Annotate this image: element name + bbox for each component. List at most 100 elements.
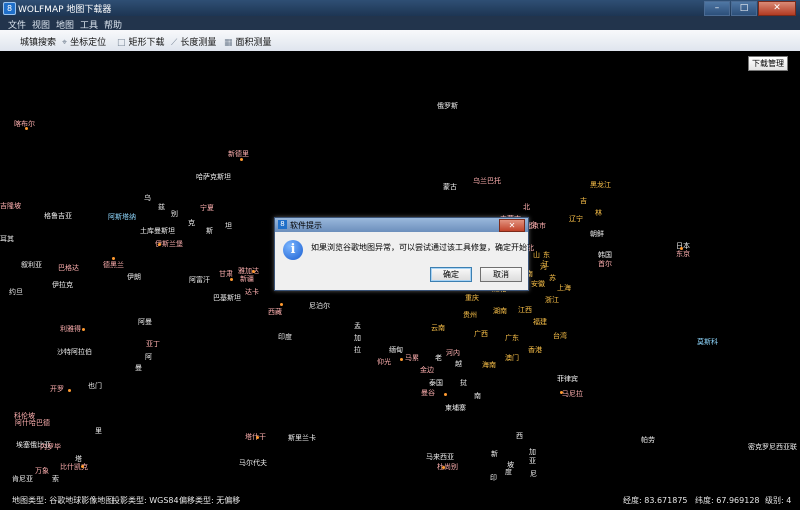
dialog-message: 如果浏览谷歌地图异常，可以尝试通过该工具修复，确定开始？ (311, 243, 535, 252)
map-label-highlight: 宁夏 (200, 204, 214, 212)
map-label: 阿曼 (138, 318, 152, 326)
map-label-highlight: 福建 (533, 318, 547, 326)
map-label: 密克罗尼西亚联 (748, 443, 797, 451)
map-label: 俄罗斯 (437, 102, 458, 110)
tool-coordinate-locate[interactable]: ⌖ 坐标定位 (62, 35, 106, 48)
city-dot (25, 127, 28, 130)
tool-city-search[interactable]: 城镇搜索 (20, 35, 56, 48)
city-dot (230, 278, 233, 281)
latitude-status: 纬度: 67.969128 (695, 496, 760, 505)
map-label-highlight: 莫斯科 (697, 338, 718, 346)
software-prompt-dialog: 8 软件提示 ✕ i 如果浏览谷歌地图异常，可以尝试通过该工具修复，确定开始？ … (274, 217, 535, 291)
map-label-highlight: 仰光 (377, 358, 391, 366)
map-label-highlight: 达卡 (245, 288, 259, 296)
map-label-highlight: 亚丁 (146, 340, 160, 348)
dialog-title-bar: 8 软件提示 ✕ (275, 218, 528, 232)
map-label-highlight: 开罗 (50, 385, 64, 393)
map-label: 新 (491, 450, 498, 458)
map-label: 朝鲜 (590, 230, 604, 238)
city-dot (252, 270, 255, 273)
offset-status: 偏移类型: 无偏移 (179, 496, 241, 505)
map-label-highlight: 马累 (405, 354, 419, 362)
map-label-highlight: 香港 (528, 346, 542, 354)
tool-length-measure[interactable]: ⟋ 长度测量 (171, 35, 216, 48)
map-label: 菲律宾 (557, 375, 578, 383)
map-label-highlight: 林 (595, 209, 602, 217)
rectangle-icon: □ (117, 38, 126, 48)
tool-area-measure[interactable]: ▦ 面积测量 (224, 35, 272, 48)
title-bar: 8 WOLFMAP 地图下载器 – □ ✕ (0, 0, 800, 16)
city-dot (280, 303, 283, 306)
map-label: 叙利亚 (21, 261, 42, 269)
map-label-highlight: 吉隆坡 (0, 202, 21, 210)
ok-button[interactable]: 确定 (430, 267, 472, 282)
map-label: 越 (455, 360, 462, 368)
map-label-highlight: 贵州 (463, 311, 477, 319)
map-label-highlight: 内罗毕 (40, 443, 61, 451)
map-label-highlight: 苏 (549, 274, 556, 282)
map-label-highlight: 黑龙江 (590, 181, 611, 189)
map-label: 孟 (354, 322, 361, 330)
city-dot (256, 436, 259, 439)
map-label-highlight: 雅加达 (238, 267, 259, 275)
city-dot (68, 389, 71, 392)
map-label-highlight: 云南 (431, 324, 445, 332)
map-label-highlight: 湖南 (493, 307, 507, 315)
map-label-highlight: 杜尚别 (437, 463, 458, 471)
map-label-highlight: 重庆 (465, 294, 479, 302)
city-dot (240, 158, 243, 161)
cancel-button[interactable]: 取消 (480, 267, 522, 282)
map-label: 哈萨克斯坦 (196, 173, 231, 181)
map-label: 马尔代夫 (239, 459, 267, 467)
info-icon: i (283, 240, 303, 260)
map-label-highlight: 广东 (505, 334, 519, 342)
map-label-highlight: 北 (523, 203, 530, 211)
city-dot (112, 257, 115, 260)
map-label: 阿 (145, 353, 152, 361)
dialog-title: 软件提示 (290, 221, 322, 230)
map-label: 兹 (158, 203, 165, 211)
city-dot (82, 328, 85, 331)
menu-bar: 文件 视图 地图 工具 帮助 (0, 16, 800, 31)
city-dot (442, 466, 445, 469)
projection-status: 投影类型: WGS84 (112, 496, 179, 505)
minimize-button[interactable]: – (704, 1, 730, 16)
map-label-highlight: 安徽 (531, 280, 545, 288)
map-label-highlight: 金边 (420, 366, 434, 374)
map-label: 尼泊尔 (309, 302, 330, 310)
map-label-highlight: 浙江 (545, 296, 559, 304)
map-type-status: 地图类型: 谷歌地球影像地图 (12, 496, 114, 505)
map-label: 曼 (135, 364, 142, 372)
map-label: 挝 (460, 379, 467, 387)
map-label-highlight: 台湾 (553, 332, 567, 340)
map-label: 老 (435, 354, 442, 362)
map-label: 也门 (88, 382, 102, 390)
pin-icon: ⌖ (62, 38, 68, 48)
map-label: 缅甸 (389, 346, 403, 354)
app-icon: 8 (3, 2, 16, 15)
map-label: 耳其 (0, 235, 14, 243)
map-label: 斯里兰卡 (288, 434, 316, 442)
map-label-highlight: 河内 (446, 349, 460, 357)
map-label: 约旦 (9, 288, 23, 296)
maximize-button[interactable]: □ (731, 1, 757, 16)
city-dot (560, 391, 563, 394)
tool-rect-download[interactable]: □ 矩形下载 (117, 35, 165, 48)
map-label: 土库曼斯坦 (140, 227, 175, 235)
map-label: 肯尼亚 (12, 475, 33, 483)
close-button[interactable]: ✕ (758, 1, 796, 16)
city-dot (680, 247, 683, 250)
area-icon: ▦ (224, 38, 233, 48)
map-label-highlight: 万象 (35, 467, 49, 475)
map-label: 巴基斯坦 (213, 294, 241, 302)
map-label: 伊拉克 (52, 281, 73, 289)
city-dot (400, 358, 403, 361)
map-label: 尼 (530, 470, 537, 478)
map-label: 阿富汗 (189, 276, 210, 284)
zoom-level-status: 级别: 4 (765, 496, 792, 505)
map-label: 沙特阿拉伯 (57, 348, 92, 356)
map-label-highlight: 辽宁 (569, 215, 583, 223)
map-label: 伊朗 (127, 273, 141, 281)
download-manager-button[interactable]: 下载管理 (748, 56, 788, 71)
dialog-close-button[interactable]: ✕ (499, 219, 525, 232)
